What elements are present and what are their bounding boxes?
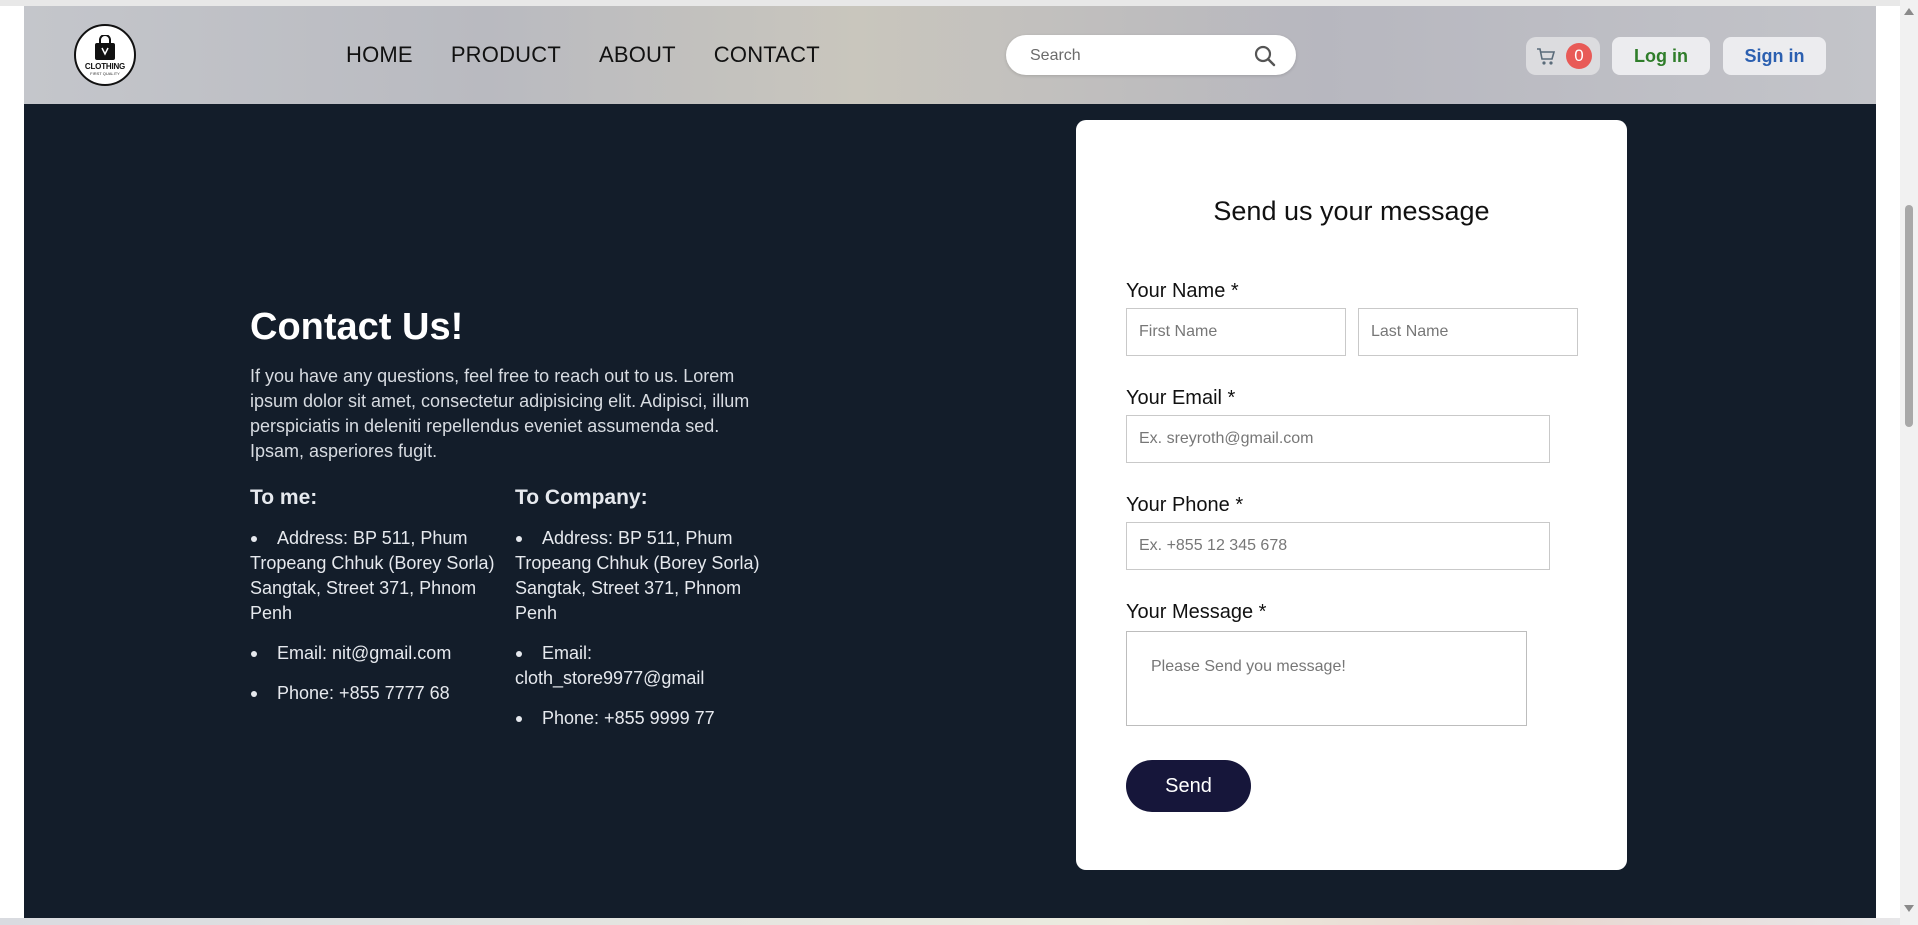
list-item: Address: BP 511, Phum Tropeang Chhuk (Bo…: [250, 526, 500, 626]
main-nav: HOME PRODUCT ABOUT CONTACT: [346, 42, 820, 68]
to-me-heading: To me:: [250, 486, 318, 509]
to-me-email: Email: nit@gmail.com: [277, 643, 452, 663]
search-box: [1006, 35, 1296, 75]
page: CLOTHING FIRST QUALITY HOME PRODUCT ABOU…: [24, 6, 1876, 918]
to-company-list: Address: BP 511, Phum Tropeang Chhuk (Bo…: [515, 526, 775, 731]
list-item: Email: nit@gmail.com: [250, 641, 500, 666]
site-logo[interactable]: CLOTHING FIRST QUALITY: [74, 24, 136, 86]
to-me-list: Address: BP 511, Phum Tropeang Chhuk (Bo…: [250, 526, 500, 706]
cart-icon: [1537, 48, 1556, 65]
login-button[interactable]: Log in: [1612, 37, 1710, 75]
nav-about[interactable]: ABOUT: [599, 42, 676, 68]
to-company-email: Email: cloth_store9977@gmail: [515, 643, 705, 688]
page-scrollbar[interactable]: [1900, 0, 1918, 925]
signin-button[interactable]: Sign in: [1723, 37, 1826, 75]
message-form: Send us your message Your Name * Your Em…: [1076, 120, 1627, 870]
phone-label: Your Phone *: [1126, 494, 1244, 516]
to-company-address: Address: BP 511, Phum Tropeang Chhuk (Bo…: [515, 528, 760, 623]
to-me-address: Address: BP 511, Phum Tropeang Chhuk (Bo…: [250, 528, 495, 623]
list-item: Address: BP 511, Phum Tropeang Chhuk (Bo…: [515, 526, 775, 626]
email-label: Your Email *: [1126, 387, 1236, 409]
first-name-input[interactable]: [1126, 308, 1346, 356]
send-button[interactable]: Send: [1126, 760, 1251, 812]
bottom-strip: [0, 918, 1900, 925]
contact-description: If you have any questions, feel free to …: [250, 366, 750, 461]
scroll-up-icon[interactable]: [1904, 8, 1914, 15]
list-item: Phone: +855 7777 68: [250, 681, 500, 706]
to-company-heading: To Company:: [515, 486, 648, 509]
cart-count-badge: 0: [1566, 43, 1592, 69]
to-me-section: To me: Address: BP 511, Phum Tropeang Ch…: [250, 486, 500, 721]
scroll-down-icon[interactable]: [1904, 905, 1914, 912]
to-company-phone: Phone: +855 9999 77: [542, 708, 715, 728]
list-item: Email: cloth_store9977@gmail: [515, 641, 775, 691]
phone-input[interactable]: [1126, 522, 1550, 570]
scrollbar-thumb[interactable]: [1905, 205, 1913, 427]
nav-product[interactable]: PRODUCT: [451, 42, 561, 68]
cart-button[interactable]: 0: [1526, 37, 1600, 75]
form-title: Send us your message: [1213, 196, 1490, 226]
to-company-section: To Company: Address: BP 511, Phum Tropea…: [515, 486, 775, 746]
logo-text: CLOTHING: [84, 61, 126, 71]
nav-home[interactable]: HOME: [346, 42, 413, 68]
logo-subtext: FIRST QUALITY: [90, 70, 120, 76]
last-name-input[interactable]: [1358, 308, 1578, 356]
name-label: Your Name *: [1126, 280, 1239, 302]
search-icon[interactable]: [1254, 45, 1276, 67]
to-me-phone: Phone: +855 7777 68: [277, 683, 450, 703]
search-input[interactable]: [1028, 44, 1252, 68]
nav-contact[interactable]: CONTACT: [714, 42, 820, 68]
site-header: CLOTHING FIRST QUALITY HOME PRODUCT ABOU…: [24, 6, 1876, 104]
contact-title: Contact Us!: [250, 306, 464, 348]
message-textarea[interactable]: [1126, 631, 1527, 726]
message-label: Your Message *: [1126, 601, 1267, 623]
list-item: Phone: +855 9999 77: [515, 706, 775, 731]
logo-bag-icon: [95, 34, 115, 60]
email-input[interactable]: [1126, 415, 1550, 463]
